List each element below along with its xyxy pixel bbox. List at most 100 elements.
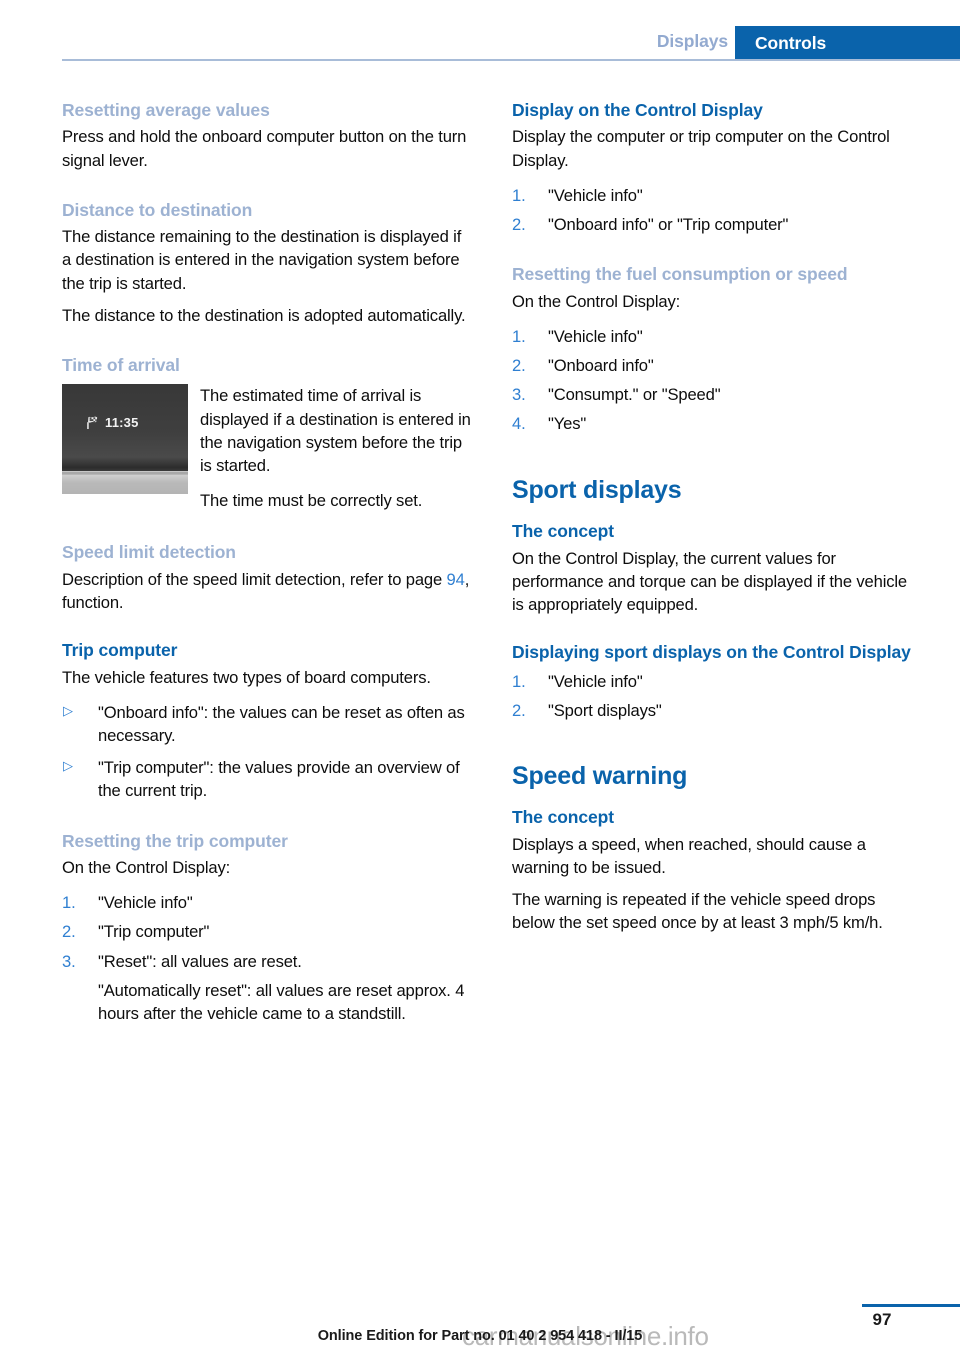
step-list-display-on-control-display: 1. "Vehicle info" 2. "Onboard info" or "… bbox=[512, 184, 920, 236]
left-column: Resetting average values Press and hold … bbox=[62, 100, 472, 1031]
paragraph: The warning is repeated if the vehicle s… bbox=[512, 890, 883, 933]
list-item: 2. "Sport displays" bbox=[512, 699, 920, 722]
figure-time-of-arrival: 11:35 The estimated time of arrival is d… bbox=[62, 384, 472, 512]
list-item: 1. "Vehicle info" bbox=[512, 670, 920, 693]
tab-controls[interactable]: Controls bbox=[735, 26, 960, 60]
paragraph: Press and hold the onboard computer butt… bbox=[62, 127, 467, 170]
section-resetting-fuel-consumption: Resetting the fuel consumption or speed … bbox=[512, 264, 920, 435]
paragraph: On the Control Display: bbox=[512, 291, 681, 311]
paragraph: The distance to the destination is adopt… bbox=[62, 305, 466, 325]
right-column: Display on the Control Display Display t… bbox=[512, 100, 920, 937]
step-number: 1. bbox=[512, 326, 526, 346]
step-number: 2. bbox=[62, 922, 76, 942]
heading-display-on-control-display: Display on the Control Display bbox=[512, 100, 763, 120]
paragraph-with-page-ref: Description of the speed limit detection… bbox=[62, 568, 472, 614]
step-label: "Reset": all values are reset. bbox=[98, 951, 302, 971]
step-number: 1. bbox=[512, 671, 526, 691]
heading-speed-warning: Speed warning bbox=[512, 761, 688, 790]
section-display-on-control-display: Display on the Control Display Display t… bbox=[512, 100, 920, 236]
figure-caption-text: The estimated time of arrival is display… bbox=[200, 384, 472, 512]
paragraph: On the Control Display, the current valu… bbox=[512, 548, 908, 614]
paragraph: Displays a speed, when reached, should c… bbox=[512, 834, 866, 877]
step-sublabel: "Automatically reset": all values are re… bbox=[98, 980, 465, 1024]
heading-time-of-arrival: Time of arrival bbox=[62, 355, 180, 375]
list-item: 4. "Yes" bbox=[512, 412, 920, 435]
step-label: "Vehicle info" bbox=[548, 185, 643, 205]
page-number: 97 bbox=[872, 1310, 892, 1329]
step-number: 1. bbox=[62, 893, 76, 913]
tab-controls-label: Controls bbox=[755, 33, 827, 53]
step-label: "Sport displays" bbox=[548, 700, 662, 720]
section-distance-to-destination: Distance to destination The distance rem… bbox=[62, 200, 472, 327]
step-number: 4. bbox=[512, 414, 526, 434]
list-item: 2. "Onboard info" or "Trip computer" bbox=[512, 213, 920, 236]
list-item: 3. "Reset": all values are reset. "Autom… bbox=[62, 950, 472, 1026]
step-label: "Vehicle info" bbox=[548, 326, 643, 346]
cluster-gray-band bbox=[62, 475, 188, 495]
step-number: 2. bbox=[512, 356, 526, 375]
step-label: "Yes" bbox=[548, 414, 587, 434]
section-speed-warning-concept: The concept Displays a speed, when reach… bbox=[512, 807, 920, 934]
heading-resetting-average-values: Resetting average values bbox=[62, 100, 270, 120]
section-trip-computer: Trip computer The vehicle features two t… bbox=[62, 640, 472, 802]
section-resetting-average-values: Resetting average values Press and hold … bbox=[62, 100, 472, 172]
step-label: "Vehicle info" bbox=[98, 893, 193, 913]
cluster-time-value: 11:35 bbox=[105, 415, 139, 431]
list-item: 3. "Consumpt." or "Speed" bbox=[512, 383, 920, 406]
list-item: 1. "Vehicle info" bbox=[512, 184, 920, 207]
heading-trip-computer: Trip computer bbox=[62, 640, 178, 661]
list-item: ▷ "Trip computer": the values provide an… bbox=[62, 756, 472, 802]
paragraph-text-before-ref: Description of the speed limit detection… bbox=[62, 569, 447, 589]
triangle-bullet-icon: ▷ bbox=[63, 702, 73, 718]
step-list-resetting-fuel-consumption: 1. "Vehicle info" 2. "Onboard info" 3. "… bbox=[512, 325, 920, 436]
heading-resetting-fuel-consumption: Resetting the fuel consumption or speed bbox=[512, 264, 848, 285]
manual-page: Displays Controls Resetting average valu… bbox=[0, 0, 960, 1362]
step-number: 3. bbox=[512, 385, 526, 405]
header-divider bbox=[62, 59, 960, 61]
step-list-resetting-trip-computer: 1. "Vehicle info" 2. "Trip computer" 3. … bbox=[62, 891, 472, 1025]
step-label: "Vehicle info" bbox=[548, 671, 643, 691]
footer-edition-text: Online Edition for Part no. 01 40 2 954 … bbox=[317, 1328, 643, 1344]
heading-the-concept: The concept bbox=[512, 521, 614, 542]
bullet-list-board-computers: ▷ "Onboard info": the values can be rese… bbox=[62, 701, 472, 803]
list-item: 2. "Trip computer" bbox=[62, 920, 472, 943]
section-resetting-trip-computer: Resetting the trip computer On the Contr… bbox=[62, 831, 472, 1026]
list-item: 1. "Vehicle info" bbox=[62, 891, 472, 914]
step-label: "Onboard info" bbox=[548, 356, 654, 375]
heading-the-concept: The concept bbox=[512, 807, 614, 828]
step-number: 3. bbox=[62, 951, 76, 971]
page-reference-link[interactable]: 94 bbox=[447, 570, 465, 589]
section-displaying-sport-displays: Displaying sport displays on the Control… bbox=[512, 642, 920, 722]
step-label: "Consumpt." or "Speed" bbox=[548, 385, 721, 405]
heading-distance-to-destination: Distance to destination bbox=[62, 199, 253, 220]
step-label: "Onboard info" or "Trip computer" bbox=[548, 215, 789, 234]
paragraph: The vehicle features two types of board … bbox=[62, 667, 431, 687]
footer-divider bbox=[862, 1304, 960, 1307]
step-number: 1. bbox=[512, 185, 526, 205]
step-number: 2. bbox=[512, 215, 526, 234]
list-item-label: "Trip computer": the values provide an o… bbox=[98, 758, 460, 801]
heading-resetting-trip-computer: Resetting the trip computer bbox=[62, 830, 288, 851]
checkered-flag-icon bbox=[84, 415, 99, 430]
section-time-of-arrival: Time of arrival 11:35 The estimated time… bbox=[62, 355, 472, 512]
instrument-cluster-image: 11:35 bbox=[62, 384, 188, 495]
section-sport-displays-concept: The concept On the Control Display, the … bbox=[512, 521, 920, 616]
heading-speed-limit-detection: Speed limit detection bbox=[62, 542, 236, 563]
paragraph: On the Control Display: bbox=[62, 858, 231, 877]
paragraph: The time must be correctly set. bbox=[200, 491, 423, 511]
page-header: Displays Controls bbox=[0, 0, 960, 62]
paragraph: Display the computer or trip computer on… bbox=[512, 127, 890, 170]
section-speed-limit-detection: Speed limit detection Description of the… bbox=[62, 542, 472, 614]
step-number: 2. bbox=[512, 700, 526, 720]
step-label: "Trip computer" bbox=[98, 922, 210, 942]
list-item: ▷ "Onboard info": the values can be rese… bbox=[62, 701, 472, 747]
heading-sport-displays: Sport displays bbox=[512, 475, 682, 504]
step-list-displaying-sport-displays: 1. "Vehicle info" 2. "Sport displays" bbox=[512, 670, 920, 722]
cluster-readout: 11:35 bbox=[84, 415, 139, 430]
list-item-label: "Onboard info": the values can be reset … bbox=[98, 702, 465, 745]
heading-displaying-sport-displays: Displaying sport displays on the Control… bbox=[512, 642, 911, 663]
paragraph: The distance remaining to the destinatio… bbox=[62, 227, 462, 293]
tab-displays[interactable]: Displays bbox=[657, 31, 728, 52]
paragraph: The estimated time of arrival is display… bbox=[200, 386, 471, 475]
list-item: 1. "Vehicle info" bbox=[512, 325, 920, 348]
